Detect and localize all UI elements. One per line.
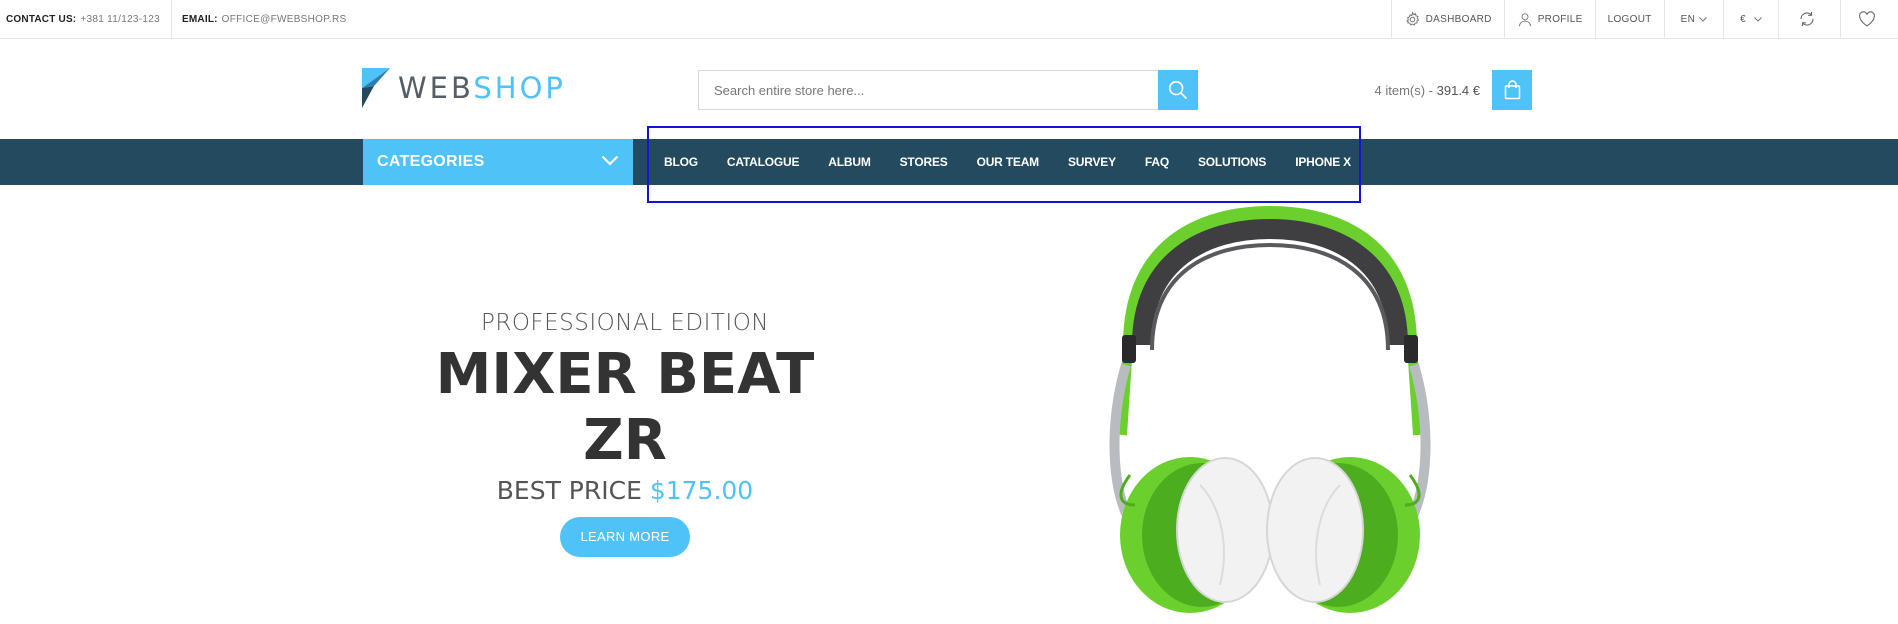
- categories-label: CATEGORIES: [377, 153, 485, 170]
- dashboard-link[interactable]: DASHBOARD: [1390, 0, 1504, 38]
- categories-dropdown[interactable]: CATEGORIES: [363, 139, 633, 185]
- nav-link-blog[interactable]: BLOG: [664, 155, 698, 169]
- nav-link-stores[interactable]: STORES: [900, 155, 948, 169]
- search-bar: [698, 70, 1198, 110]
- logo-mark-icon: [362, 68, 390, 108]
- email-label: EMAIL:: [182, 13, 218, 25]
- chevron-down-icon: [1754, 16, 1762, 22]
- hero-subtitle: PROFESSIONAL EDITION: [480, 310, 770, 336]
- nav-link-catalogue[interactable]: CATALOGUE: [727, 155, 800, 169]
- email-link[interactable]: OFFICE@FWEBSHOP.RS: [222, 14, 347, 25]
- heart-icon: [1859, 11, 1875, 27]
- hero-price-line: BEST PRICE $175.00: [400, 476, 850, 505]
- hero-title: MIXER BEAT ZR: [435, 342, 815, 473]
- cart-separator: -: [1425, 83, 1437, 98]
- top-bar: CONTACT US: +381 11/123-123 EMAIL: OFFIC…: [0, 0, 1898, 39]
- language-select[interactable]: EN: [1663, 0, 1724, 38]
- divider: [171, 0, 173, 38]
- contact-phone[interactable]: +381 11/123-123: [80, 14, 160, 25]
- refresh-icon: [1800, 11, 1814, 27]
- cart-button[interactable]: [1492, 70, 1532, 110]
- user-icon: [1518, 12, 1531, 26]
- logout-link[interactable]: LOGOUT: [1594, 0, 1664, 38]
- chevron-down-icon: [601, 155, 619, 166]
- nav-link-our-team[interactable]: OUR TEAM: [977, 155, 1040, 169]
- learn-more-button[interactable]: LEARN MORE: [560, 517, 690, 557]
- nav-link-faq[interactable]: FAQ: [1145, 155, 1169, 169]
- compare-button[interactable]: [1778, 0, 1840, 38]
- dashboard-label: DASHBOARD: [1425, 13, 1492, 25]
- profile-label: PROFILE: [1537, 13, 1583, 25]
- nav-links: BLOG CATALOGUE ALBUM STORES OUR TEAM SUR…: [664, 139, 1380, 185]
- nav-link-album[interactable]: ALBUM: [828, 155, 871, 169]
- nav-link-solutions[interactable]: SOLUTIONS: [1198, 155, 1266, 169]
- contact-info: CONTACT US: +381 11/123-123 EMAIL: OFFIC…: [6, 0, 346, 38]
- currency-select[interactable]: €: [1723, 0, 1778, 38]
- site-logo[interactable]: WEBSHOP: [362, 68, 566, 108]
- search-icon: [1168, 80, 1188, 100]
- main-navigation: CATEGORIES BLOG CATALOGUE ALBUM STORES O…: [0, 139, 1898, 185]
- hero-price-label: BEST PRICE: [496, 476, 642, 505]
- logout-label: LOGOUT: [1607, 13, 1652, 25]
- language-value: EN: [1680, 13, 1696, 25]
- gear-icon: [1405, 11, 1419, 26]
- cart-total: 391.4 €: [1436, 83, 1480, 98]
- cart-count: 4 item(s): [1374, 83, 1426, 98]
- shopping-bag-icon: [1504, 80, 1520, 100]
- nav-link-survey[interactable]: SURVEY: [1068, 155, 1116, 169]
- chevron-down-icon: [1699, 16, 1707, 22]
- headphones-image: [1109, 205, 1431, 613]
- profile-link[interactable]: PROFILE: [1503, 0, 1595, 38]
- nav-link-iphone-x[interactable]: IPHONE X: [1295, 155, 1351, 169]
- wishlist-button[interactable]: [1840, 0, 1898, 38]
- contact-label: CONTACT US:: [6, 13, 77, 25]
- logo-text-shop: SHOP: [473, 71, 566, 105]
- search-input[interactable]: [698, 70, 1158, 110]
- currency-value: €: [1740, 13, 1746, 25]
- search-button[interactable]: [1158, 70, 1198, 110]
- logo-text-web: WEB: [398, 71, 474, 105]
- cart-summary[interactable]: 4 item(s) - 391.4 €: [1300, 83, 1481, 98]
- hero-banner: PROFESSIONAL EDITION MIXER BEAT ZR BEST …: [400, 310, 850, 557]
- hero-price-value: $175.00: [649, 476, 754, 505]
